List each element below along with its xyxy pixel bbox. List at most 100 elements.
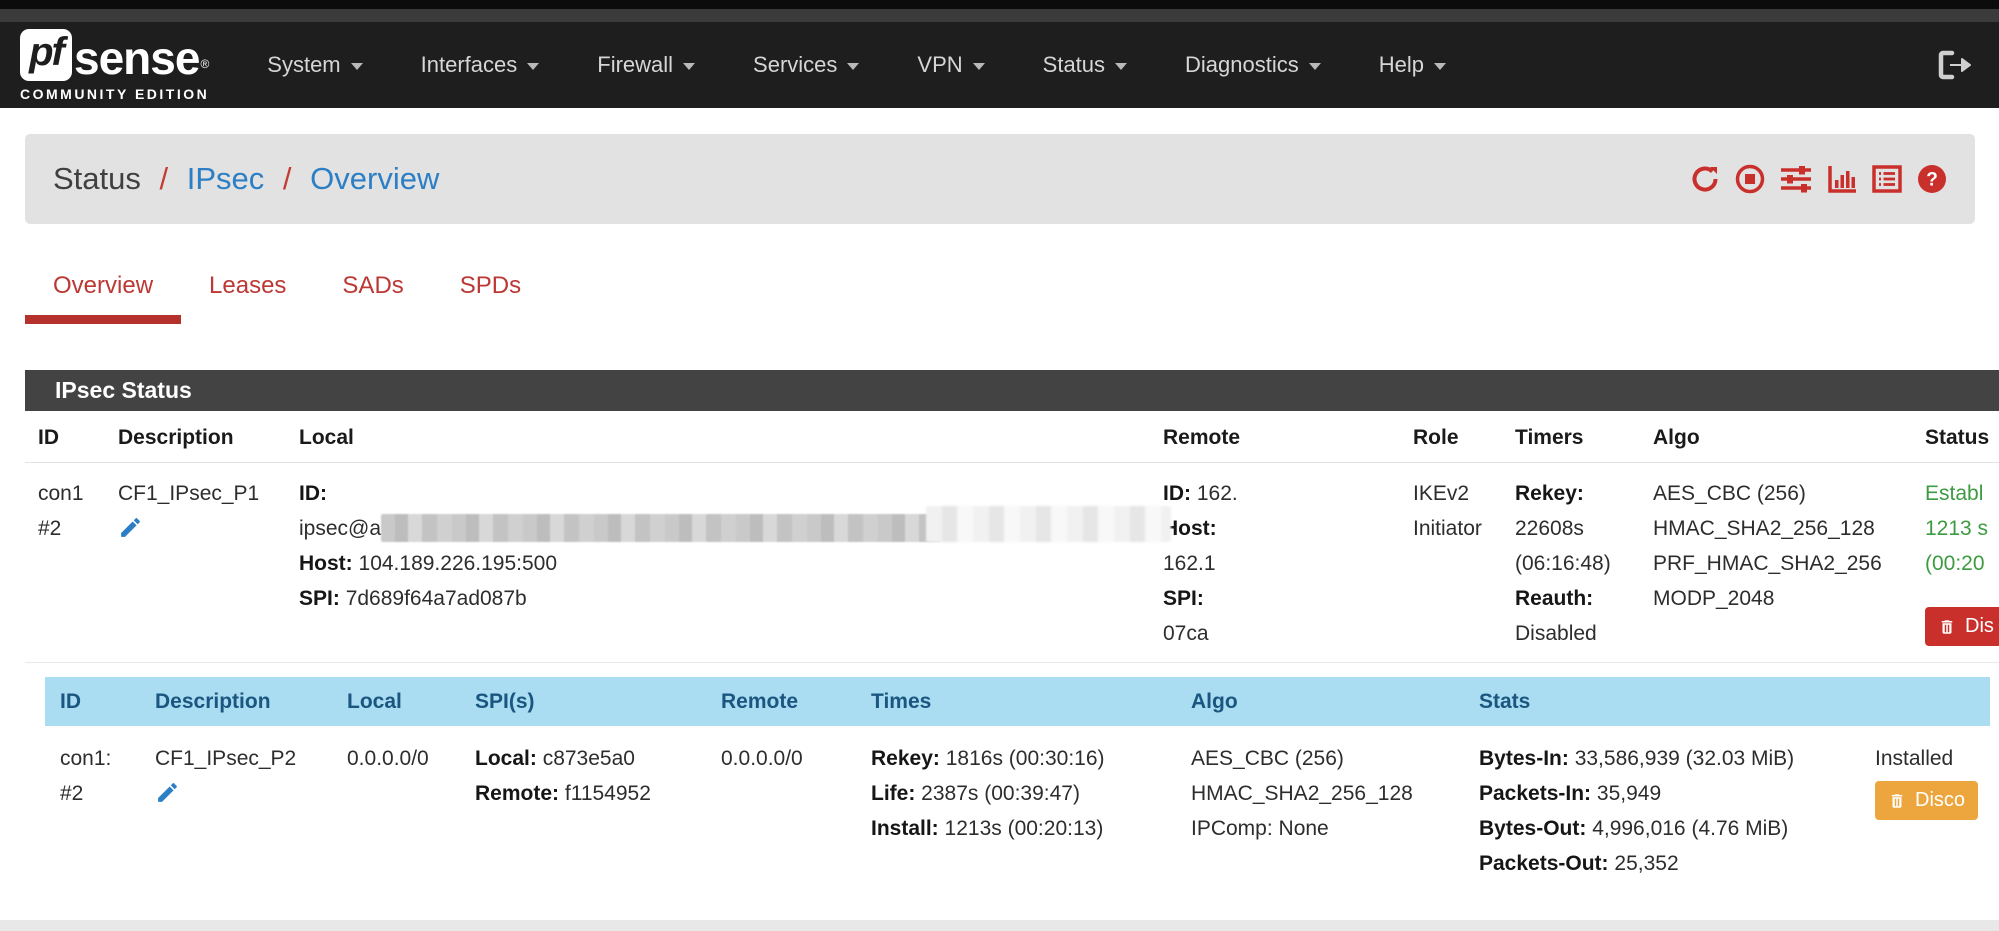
- menu-system[interactable]: System: [267, 52, 362, 78]
- chevron-down-icon: [683, 63, 695, 70]
- menu-services[interactable]: Services: [753, 52, 859, 78]
- ike-table-row: con1 #2 CF1_IPsec_P1 ID: ipsec@a Host: 1…: [25, 463, 1999, 663]
- bar-chart-icon[interactable]: [1827, 164, 1857, 194]
- menu-firewall[interactable]: Firewall: [597, 52, 695, 78]
- breadcrumb-link-ipsec[interactable]: IPsec: [187, 161, 265, 196]
- status-installed: Installed: [1875, 741, 1990, 776]
- sliders-icon[interactable]: [1780, 164, 1812, 194]
- p2-remote-cell: 0.0.0.0/0: [706, 741, 856, 898]
- p2-id-cell: con1: #2: [45, 741, 140, 898]
- edit-pencil-icon[interactable]: [155, 780, 180, 816]
- col-timers: Timers: [1502, 426, 1640, 450]
- col-local: Local: [332, 690, 460, 714]
- chevron-down-icon: [973, 63, 985, 70]
- col-role: Role: [1400, 426, 1502, 450]
- col-remote: Remote: [1150, 426, 1400, 450]
- ike-algo-cell: AES_CBC (256) HMAC_SHA2_256_128 PRF_HMAC…: [1640, 476, 1912, 652]
- col-id: ID: [45, 690, 140, 714]
- ike-remote-cell: ID: 162. Host: 162.1 SPI: 07ca: [1150, 476, 1400, 652]
- ike-status-cell: Establ 1213 s (00:20 Dis: [1912, 476, 1999, 652]
- logo-pf-text: pf: [29, 30, 63, 75]
- disconnect-button[interactable]: Dis: [1925, 607, 1999, 646]
- trash-icon: [1888, 791, 1906, 811]
- stop-icon[interactable]: [1735, 164, 1765, 194]
- breadcrumb-separator: /: [160, 161, 169, 196]
- col-local: Local: [286, 426, 1150, 450]
- redaction-blur: [926, 506, 1171, 542]
- ike-description-cell: CF1_IPsec_P1: [105, 476, 286, 652]
- menu-help[interactable]: Help: [1379, 52, 1446, 78]
- tab-overview[interactable]: Overview: [25, 256, 181, 324]
- breadcrumb-link-overview[interactable]: Overview: [310, 161, 439, 196]
- breadcrumb-separator: /: [283, 161, 292, 196]
- col-id: ID: [25, 426, 105, 450]
- tab-spds[interactable]: SPDs: [432, 256, 549, 324]
- col-algo: Algo: [1640, 426, 1912, 450]
- window-chrome-strip: [0, 0, 1999, 9]
- chevron-down-icon: [1115, 63, 1127, 70]
- chevron-down-icon: [847, 63, 859, 70]
- page-action-icons: ?: [1690, 164, 1947, 194]
- col-status: Status: [1912, 426, 1999, 450]
- chevron-down-icon: [1309, 63, 1321, 70]
- tab-sads[interactable]: SADs: [314, 256, 431, 324]
- col-description: Description: [140, 690, 332, 714]
- menu-vpn[interactable]: VPN: [917, 52, 984, 78]
- p2-description-cell: CF1_IPsec_P2: [140, 741, 332, 898]
- ike-id-cell: con1 #2: [25, 476, 105, 652]
- menu-status[interactable]: Status: [1043, 52, 1127, 78]
- pfsense-logo[interactable]: pf sense ® COMMUNITY EDITION: [20, 29, 209, 102]
- logo-sense-text: sense: [74, 35, 199, 81]
- log-list-icon[interactable]: [1872, 164, 1902, 194]
- breadcrumb: Status / IPsec / Overview: [53, 161, 439, 197]
- breadcrumb-bar: Status / IPsec / Overview ?: [25, 134, 1975, 224]
- redaction-box: [1216, 550, 1366, 576]
- p2-status-cell: Installed Disco: [1860, 741, 1990, 898]
- breadcrumb-section: Status: [53, 161, 141, 196]
- help-icon[interactable]: ?: [1917, 164, 1947, 194]
- col-algo: Algo: [1176, 690, 1464, 714]
- chevron-down-icon: [527, 63, 539, 70]
- menu-interfaces[interactable]: Interfaces: [421, 52, 540, 78]
- p2-spi-cell: Local: c873e5a0 Remote: f1154952: [460, 741, 706, 898]
- redaction-blur: [381, 514, 941, 542]
- registered-mark: ®: [200, 49, 209, 80]
- status-established: Establ: [1925, 476, 1999, 511]
- p2-table-row: con1: #2 CF1_IPsec_P2 0.0.0.0/0 Local: c…: [45, 726, 1990, 898]
- svg-text:?: ?: [1926, 170, 1938, 191]
- sign-out-icon[interactable]: [1937, 50, 1971, 80]
- ike-timers-cell: Rekey: 22608s (06:16:48) Reauth: Disable…: [1502, 476, 1640, 652]
- ipsec-status-panel: IPsec Status ID Description Local Remote…: [25, 370, 1999, 898]
- disconnect-button[interactable]: Disco: [1875, 781, 1978, 820]
- logo-pf-box: pf: [20, 29, 72, 81]
- p2-local-cell: 0.0.0.0/0: [332, 741, 460, 898]
- menu-diagnostics[interactable]: Diagnostics: [1185, 52, 1321, 78]
- panel-title: IPsec Status: [25, 370, 1999, 411]
- p2-stats-cell: Bytes-In: 33,586,939 (32.03 MiB) Packets…: [1464, 741, 1860, 898]
- ike-table-header: ID Description Local Remote Role Timers …: [25, 411, 1999, 463]
- refresh-icon[interactable]: [1690, 164, 1720, 194]
- p2-table: ID Description Local SPI(s) Remote Times…: [45, 677, 1990, 898]
- col-times: Times: [856, 690, 1176, 714]
- tab-bar: Overview Leases SADs SPDs: [25, 256, 1999, 324]
- redaction-box: [1238, 480, 1378, 506]
- col-actions: [1860, 690, 1990, 714]
- col-remote: Remote: [706, 690, 856, 714]
- page-bottom-strip: [0, 920, 1999, 931]
- window-chrome-strip-2: [0, 9, 1999, 22]
- chevron-down-icon: [1434, 63, 1446, 70]
- col-spis: SPI(s): [460, 690, 706, 714]
- chevron-down-icon: [351, 63, 363, 70]
- tab-leases[interactable]: Leases: [181, 256, 314, 324]
- ike-role-cell: IKEv2 Initiator: [1400, 476, 1502, 652]
- p2-times-cell: Rekey: 1816s (00:30:16) Life: 2387s (00:…: [856, 741, 1176, 898]
- col-description: Description: [105, 426, 286, 450]
- p2-algo-cell: AES_CBC (256) HMAC_SHA2_256_128 IPComp: …: [1176, 741, 1464, 898]
- ike-local-cell: ID: ipsec@a Host: 104.189.226.195:500 SP…: [286, 476, 1150, 652]
- main-menu: System Interfaces Firewall Services VPN …: [267, 52, 1504, 78]
- col-stats: Stats: [1464, 690, 1860, 714]
- p2-table-header: ID Description Local SPI(s) Remote Times…: [45, 677, 1990, 726]
- edit-pencil-icon[interactable]: [118, 515, 143, 551]
- logo-tagline: COMMUNITY EDITION: [20, 86, 209, 102]
- trash-icon: [1938, 617, 1956, 637]
